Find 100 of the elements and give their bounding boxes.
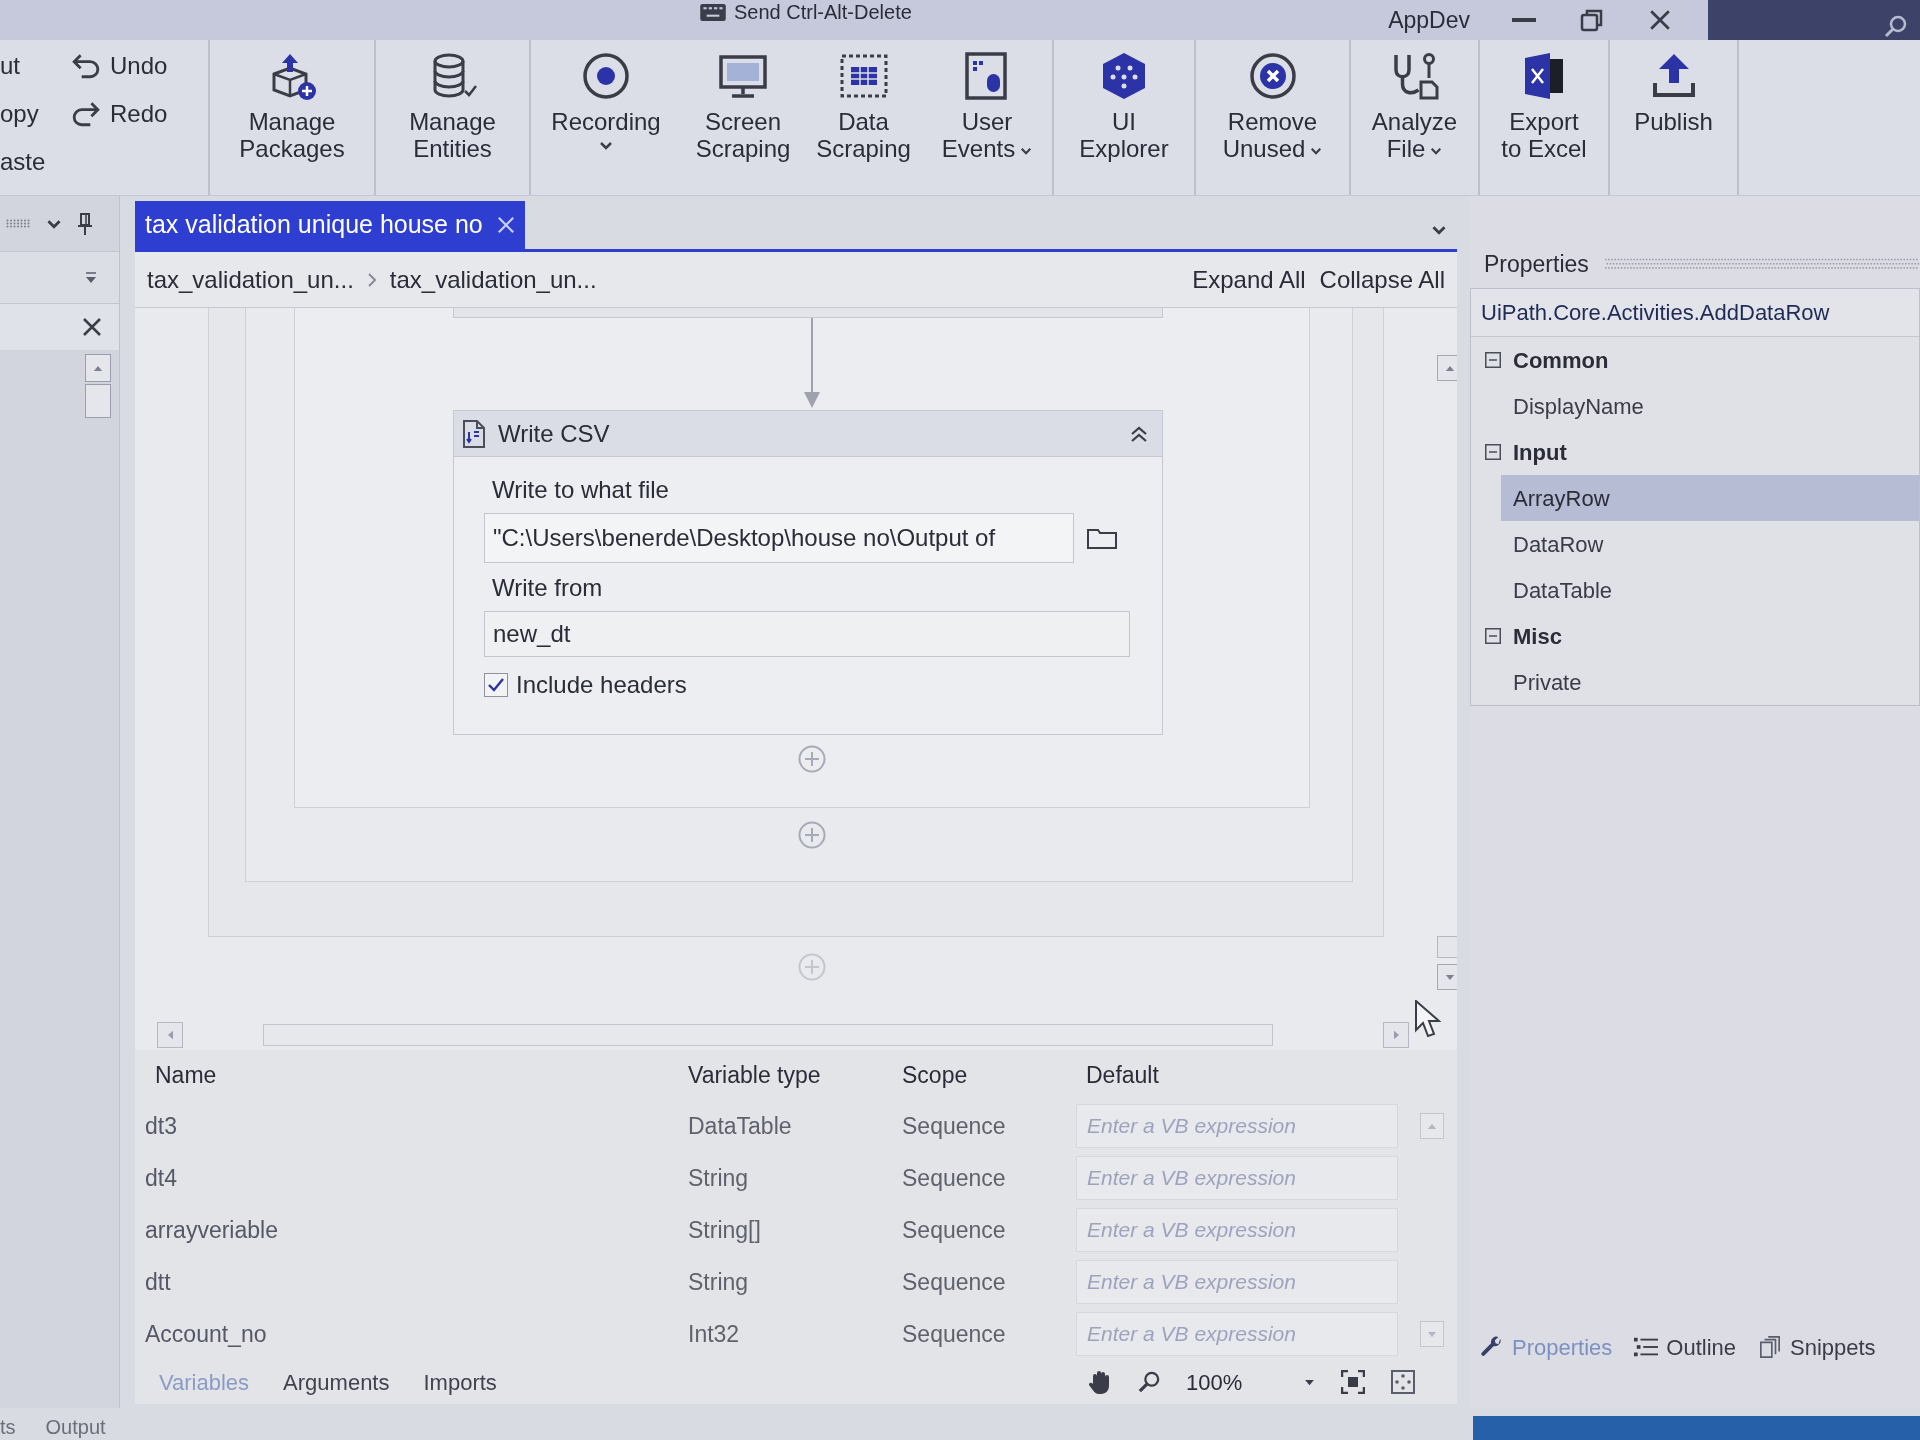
- ribbon-button[interactable]: Redo: [72, 90, 168, 138]
- designer-action-link[interactable]: Expand All: [1192, 261, 1306, 298]
- checkbox[interactable]: [484, 673, 508, 697]
- table-cell-text: String: [688, 1267, 749, 1297]
- table-cell-text: DataTable: [688, 1111, 792, 1141]
- caret-down-icon: [1304, 1378, 1316, 1386]
- scroll-down-button[interactable]: [1437, 964, 1457, 990]
- property-row[interactable]: DataTable: [1501, 567, 1919, 613]
- designer-action-link[interactable]: Collapse All: [1319, 261, 1445, 298]
- caret-icon: [599, 141, 613, 150]
- text-field[interactable]: "C:\Users\benerde\Desktop\house no\Output of: [484, 513, 1074, 563]
- ribbon-button[interactable]: Export to Excel: [1480, 40, 1608, 195]
- activity-card[interactable]: Write CSV Write to what file "C:\Users\benerde\Desktop\house no\Output of Write from new_dt Include headers: [453, 410, 1163, 735]
- property-category[interactable]: Input: [1471, 429, 1919, 475]
- table-cell-text: dt4: [145, 1163, 177, 1193]
- ribbon-button[interactable]: ut: [0, 42, 20, 90]
- double-chevron-up-icon[interactable]: [1130, 425, 1148, 442]
- chevron-down-icon[interactable]: [46, 218, 62, 229]
- snippets-icon: [1758, 1336, 1782, 1358]
- ribbon-button[interactable]: UI Explorer: [1054, 40, 1194, 195]
- table-cell-text: dtt: [145, 1267, 171, 1297]
- expression-field[interactable]: Enter a VB expression: [1076, 1208, 1398, 1252]
- ribbon-button[interactable]: opy: [0, 90, 39, 138]
- caret-up-icon: [1445, 364, 1455, 372]
- pin-icon[interactable]: [78, 212, 92, 235]
- property-category[interactable]: Misc: [1471, 613, 1919, 659]
- ribbon-button[interactable]: Undo: [72, 42, 168, 90]
- expression-field[interactable]: Enter a VB expression: [1076, 1156, 1398, 1200]
- ribbon-button[interactable]: Publish: [1610, 40, 1737, 195]
- check-icon: [488, 678, 504, 692]
- monitor-icon: [719, 52, 767, 100]
- scroll-up-button[interactable]: [85, 354, 111, 382]
- table-cell-text: String[]: [688, 1215, 761, 1245]
- column-header: Name: [155, 1060, 217, 1090]
- hand-icon[interactable]: [1088, 1369, 1112, 1395]
- ribbon-button[interactable]: User Events: [922, 40, 1052, 195]
- scrollbar-thumb[interactable]: [85, 384, 111, 418]
- expression-field[interactable]: Enter a VB expression: [1076, 1260, 1398, 1304]
- caret-icon: [1310, 146, 1323, 155]
- checkbox-label[interactable]: Include headers: [516, 667, 687, 703]
- property-row[interactable]: Private: [1501, 659, 1919, 705]
- document-tab[interactable]: tax validation unique house no: [135, 201, 525, 249]
- restore-icon: [1580, 8, 1604, 32]
- ribbon-button[interactable]: Analyze File: [1351, 40, 1478, 195]
- minimize-icon: [1512, 18, 1536, 22]
- table-cell-text: Account_no: [145, 1319, 267, 1349]
- scrollbar-thumb[interactable]: [1437, 936, 1457, 958]
- ribbon-button[interactable]: Data Scraping: [805, 40, 922, 195]
- expression-field[interactable]: Enter a VB expression: [1076, 1104, 1398, 1148]
- ribbon-button[interactable]: Screen Scraping: [681, 40, 805, 195]
- wrench-icon: [1480, 1336, 1504, 1358]
- scrollbar-thumb[interactable]: [263, 1024, 1273, 1046]
- fit-screen-icon[interactable]: [1341, 1370, 1366, 1394]
- breadcrumb-link[interactable]: tax_validation_un...: [389, 261, 597, 298]
- table-cell-text: Sequence: [902, 1319, 1006, 1349]
- table-cell-text: dt3: [145, 1111, 177, 1141]
- caret-down-icon: [1426, 1330, 1437, 1338]
- ribbon-button[interactable]: Recording: [531, 40, 681, 195]
- collapse-icon: [1485, 352, 1501, 368]
- caret-up-icon: [1426, 1122, 1437, 1130]
- file-icon: [462, 419, 486, 448]
- window-title: AppDev: [1388, 5, 1470, 35]
- column-header: Variable type: [688, 1060, 821, 1090]
- close-icon[interactable]: [82, 317, 102, 337]
- panel-tab[interactable]: Output: [45, 1412, 106, 1440]
- search-icon[interactable]: [1884, 14, 1908, 38]
- hexagon-icon: [1100, 52, 1148, 100]
- table-cell-text: Int32: [688, 1319, 740, 1349]
- table-cell-text: String: [688, 1163, 749, 1193]
- breadcrumb-link[interactable]: tax_validation_un...: [147, 261, 354, 298]
- ribbon-button[interactable]: Manage Packages: [210, 40, 374, 195]
- panel-tab[interactable]: Snippets: [1758, 1330, 1876, 1364]
- expression-field[interactable]: Enter a VB expression: [1076, 1312, 1398, 1356]
- panel-tab[interactable]: Arguments: [283, 1365, 390, 1399]
- grip-icon[interactable]: [6, 219, 30, 228]
- property-category[interactable]: Common: [1471, 337, 1919, 383]
- ribbon-button[interactable]: Send Ctrl-Alt-Delete: [700, 0, 912, 24]
- ribbon-button[interactable]: Remove Unused: [1196, 40, 1349, 195]
- property-row[interactable]: ArrayRow: [1501, 475, 1919, 521]
- ribbon-button[interactable]: aste: [0, 138, 46, 186]
- overview-icon[interactable]: [1391, 1370, 1416, 1394]
- ribbon-button[interactable]: Manage Entities: [376, 40, 529, 195]
- chevron-down-icon[interactable]: [1431, 225, 1447, 235]
- close-icon: [1649, 9, 1671, 31]
- zoom-dropdown[interactable]: 100%: [1186, 1365, 1316, 1399]
- text-field[interactable]: new_dt: [484, 611, 1130, 657]
- scroll-up-button[interactable]: [1437, 355, 1457, 381]
- caret-icon: [1020, 146, 1033, 155]
- table-cell-text: arrayveriable: [145, 1215, 278, 1245]
- caret-icon: [1430, 146, 1443, 155]
- property-row[interactable]: DataRow: [1501, 521, 1919, 567]
- field-label: Write from: [492, 573, 603, 603]
- property-row[interactable]: DisplayName: [1501, 383, 1919, 429]
- caret-right-icon: [1392, 1030, 1400, 1040]
- panel-tab[interactable]: Outline: [1634, 1330, 1736, 1364]
- zoom-icon[interactable]: [1138, 1371, 1160, 1393]
- overflow-dropdown-icon[interactable]: [85, 271, 97, 284]
- collapse-icon: [1485, 444, 1501, 460]
- panel-tab[interactable]: ts: [0, 1412, 16, 1440]
- panel-tab[interactable]: Imports: [423, 1365, 497, 1399]
